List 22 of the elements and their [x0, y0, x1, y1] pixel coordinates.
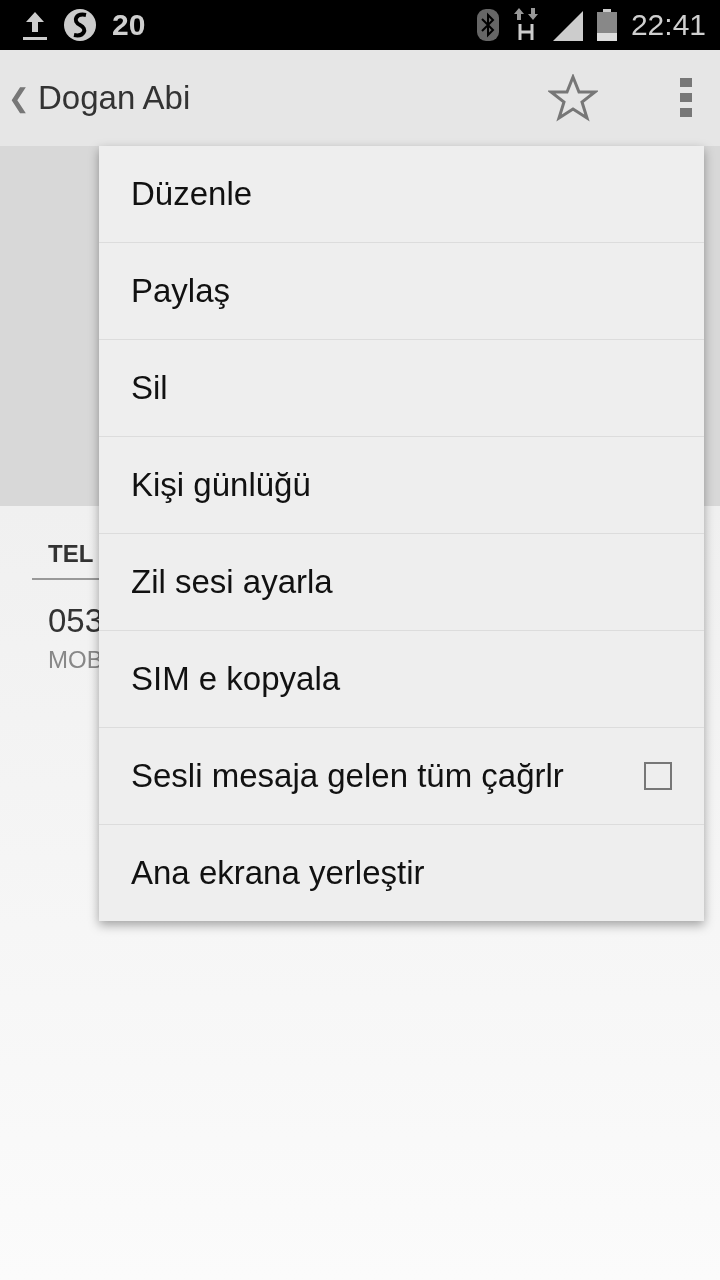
star-button[interactable] [548, 74, 598, 122]
menu-item[interactable]: Kişi günlüğü [99, 436, 704, 533]
data-icon [512, 8, 539, 42]
contact-name: Dogan Abi [38, 79, 192, 117]
status-time: 22:41 [630, 8, 706, 42]
overflow-menu-button[interactable] [680, 78, 692, 118]
signal-icon [552, 9, 583, 41]
back-chevron[interactable]: ❮ [8, 82, 30, 114]
menu-item[interactable]: Düzenle [99, 146, 704, 242]
notification-count: 20 [112, 8, 146, 42]
menu-item[interactable]: SIM e kopyala [99, 630, 704, 727]
menu-item[interactable]: Zil sesi ayarla [99, 533, 704, 630]
bluetooth-icon [476, 9, 499, 41]
section-header: TEL [47, 540, 94, 569]
checkbox[interactable] [644, 762, 672, 790]
menu-item[interactable]: Sil [99, 339, 704, 436]
menu-item[interactable]: Sesli mesaja gelen tüm çağrlr [99, 727, 704, 824]
battery-icon [596, 9, 617, 41]
menu-item[interactable]: Ana ekrana yerleştir [99, 824, 704, 921]
sync-icon [62, 7, 98, 43]
menu-item[interactable]: Paylaş [99, 242, 704, 339]
upload-icon [22, 10, 48, 40]
